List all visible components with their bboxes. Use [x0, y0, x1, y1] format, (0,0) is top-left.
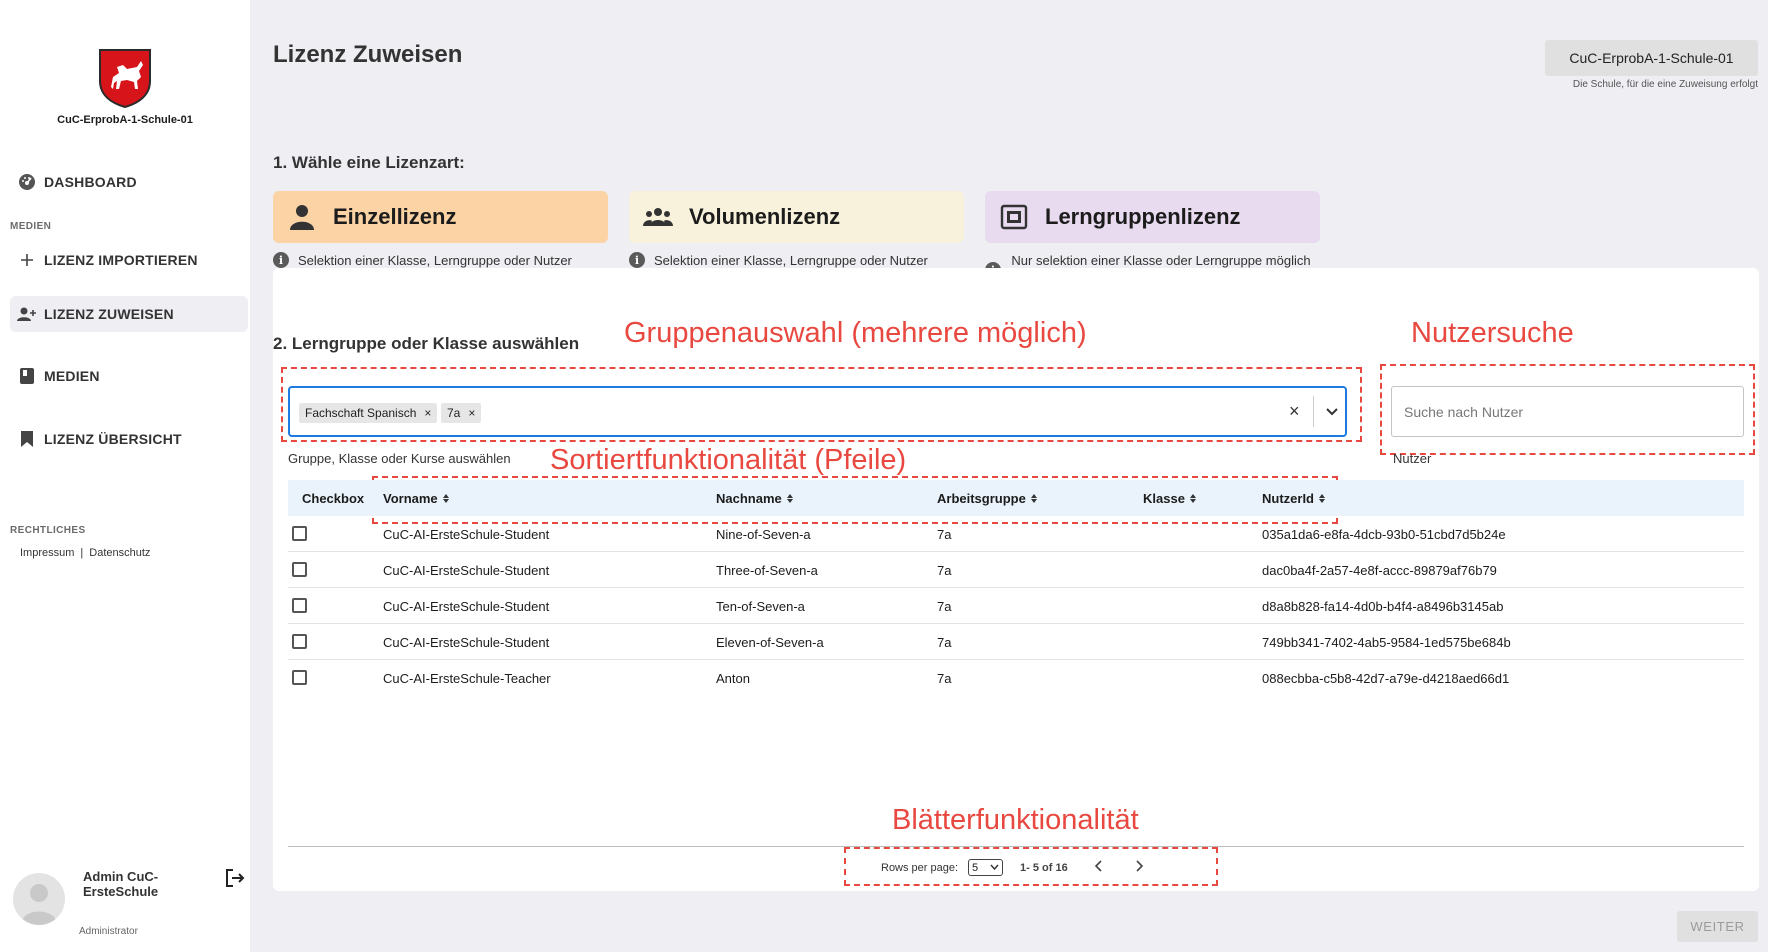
rows-per-page-label: Rows per page:: [881, 862, 959, 874]
sidebar-item-label: LIZENZ ZUWEISEN: [44, 306, 174, 322]
annotation-paging: Blätterfunktionalität: [892, 804, 1139, 836]
row-checkbox[interactable]: [292, 526, 307, 541]
user-name: Admin CuC-ErsteSchule: [83, 869, 159, 899]
sidebar-item-label: LIZENZ IMPORTIEREN: [44, 252, 198, 268]
license-card-description: i Selektion einer Klasse, Lerngruppe ode…: [273, 252, 572, 268]
annotation-search: Nutzersuche: [1411, 317, 1574, 349]
annotation-sort: Sortiertfunktionalität (Pfeile): [550, 444, 907, 476]
chevron-down-icon[interactable]: [1323, 402, 1341, 420]
row-checkbox[interactable]: [292, 598, 307, 613]
table-footer-divider: [288, 846, 1744, 847]
sidebar-item-lizenz-zuweisen[interactable]: LIZENZ ZUWEISEN: [10, 296, 248, 332]
sidebar-item-lizenz-uebersicht[interactable]: LIZENZ ÜBERSICHT: [10, 421, 248, 457]
sidebar: CuC-ErprobA-1-Schule-01 DASHBOARD MEDIEN…: [0, 0, 250, 952]
sort-icon[interactable]: [1030, 493, 1037, 503]
license-card-label: Volumenlizenz: [689, 204, 841, 229]
user-role: Administrator: [79, 926, 138, 937]
datenschutz-link[interactable]: Datenschutz: [89, 547, 150, 559]
license-card-lerngruppenlizenz[interactable]: Lerngruppenlizenz: [985, 191, 1320, 243]
group-icon: [643, 203, 673, 231]
sort-icon[interactable]: [1319, 493, 1325, 503]
dashboard-icon: [16, 172, 38, 192]
column-header-vorname[interactable]: Vorname: [383, 480, 449, 516]
column-header-nachname[interactable]: Nachname: [716, 480, 793, 516]
clear-icon[interactable]: ×: [1289, 401, 1300, 422]
column-header-nutzerid[interactable]: NutzerId: [1262, 480, 1325, 516]
sidebar-item-lizenz-importieren[interactable]: LIZENZ IMPORTIEREN: [10, 242, 248, 278]
sidebar-item-label: LIZENZ ÜBERSICHT: [44, 431, 182, 447]
group-select[interactable]: Fachschaft Spanisch × 7a × ×: [288, 386, 1347, 437]
sidebar-school-name: CuC-ErprobA-1-Schule-01: [57, 114, 193, 126]
chevron-right-icon: [1136, 860, 1144, 872]
bookmark-icon: [16, 429, 38, 449]
person-icon: [287, 203, 317, 231]
chevron-left-icon: [1094, 860, 1102, 872]
impressum-link[interactable]: Impressum: [20, 547, 74, 559]
chip-fachschaft-spanisch: Fachschaft Spanisch ×: [299, 403, 438, 423]
table-row: CuC-AI-ErsteSchule-Student Eleven-of-Sev…: [288, 624, 1744, 660]
avatar: [13, 873, 65, 925]
row-checkbox[interactable]: [292, 670, 307, 685]
collection-icon: [999, 203, 1029, 231]
column-header-arbeitsgruppe[interactable]: Arbeitsgruppe: [937, 480, 1037, 516]
rows-per-page-select[interactable]: 5: [968, 859, 1003, 876]
sidebar-item-label: DASHBOARD: [44, 174, 137, 190]
license-card-description: i Selektion einer Klasse, Lerngruppe ode…: [629, 252, 928, 268]
annotation-group: Gruppenauswahl (mehrere möglich): [624, 317, 1087, 349]
chip-remove-icon[interactable]: ×: [424, 406, 431, 420]
license-card-einzellizenz[interactable]: Einzellizenz: [273, 191, 608, 243]
user-search-helper: Nutzer: [1393, 451, 1432, 466]
sort-icon[interactable]: [1189, 493, 1196, 503]
row-checkbox[interactable]: [292, 562, 307, 577]
sort-icon[interactable]: [442, 493, 449, 503]
sidebar-item-medien[interactable]: MEDIEN: [10, 358, 248, 394]
select-divider: [1313, 396, 1314, 427]
group-select-helper: Gruppe, Klasse oder Kurse auswählen: [288, 451, 511, 466]
license-card-label: Einzellizenz: [333, 204, 457, 229]
table-row: CuC-AI-ErsteSchule-Teacher Anton 7a 088e…: [288, 660, 1744, 696]
page-title: Lizenz Zuweisen: [273, 41, 463, 68]
sidebar-item-label: MEDIEN: [44, 368, 100, 384]
school-crest-logo: [99, 49, 151, 109]
person-add-icon: [16, 304, 38, 324]
plus-icon: [16, 250, 38, 270]
step1-title: 1. Wähle eine Lizenzart:: [273, 153, 465, 172]
license-card-label: Lerngruppenlizenz: [1045, 204, 1241, 229]
section-label-rechtliches: RECHTLICHES: [10, 525, 86, 536]
info-icon: i: [273, 252, 289, 268]
legal-links: Impressum | Datenschutz: [20, 547, 150, 559]
column-header-checkbox: Checkbox: [302, 490, 365, 506]
next-page-button[interactable]: [1130, 857, 1148, 875]
table-row: CuC-AI-ErsteSchule-Student Nine-of-Seven…: [288, 516, 1744, 552]
school-selector[interactable]: CuC-ErprobA-1-Schule-01: [1545, 40, 1758, 76]
weiter-button[interactable]: WEITER: [1677, 911, 1758, 942]
chevron-down-icon: [990, 864, 999, 871]
license-card-volumenlizenz[interactable]: Volumenlizenz: [629, 191, 964, 243]
previous-page-button[interactable]: [1090, 857, 1108, 875]
section-label-medien: MEDIEN: [10, 221, 52, 232]
pagination-range: 1- 5 of 16: [1020, 862, 1068, 874]
school-selector-hint: Die Schule, für die eine Zuweisung erfol…: [1572, 79, 1758, 90]
info-icon: i: [629, 252, 645, 268]
user-search-input[interactable]: [1391, 386, 1744, 437]
column-header-klasse[interactable]: Klasse: [1143, 480, 1196, 516]
step2-title: 2. Lerngruppe oder Klasse auswählen: [273, 334, 580, 353]
sidebar-item-dashboard[interactable]: DASHBOARD: [10, 164, 248, 200]
sort-icon[interactable]: [786, 493, 793, 503]
row-checkbox[interactable]: [292, 634, 307, 649]
table-header: Checkbox Vorname Nachname Arbeitsgruppe …: [288, 480, 1744, 516]
legal-separator: |: [80, 547, 84, 559]
book-icon: [16, 366, 38, 386]
table-row: CuC-AI-ErsteSchule-Student Three-of-Seve…: [288, 552, 1744, 588]
logout-icon[interactable]: [224, 867, 246, 889]
chip-remove-icon[interactable]: ×: [468, 406, 475, 420]
chip-7a: 7a ×: [441, 403, 482, 423]
table-row: CuC-AI-ErsteSchule-Student Ten-of-Seven-…: [288, 588, 1744, 624]
